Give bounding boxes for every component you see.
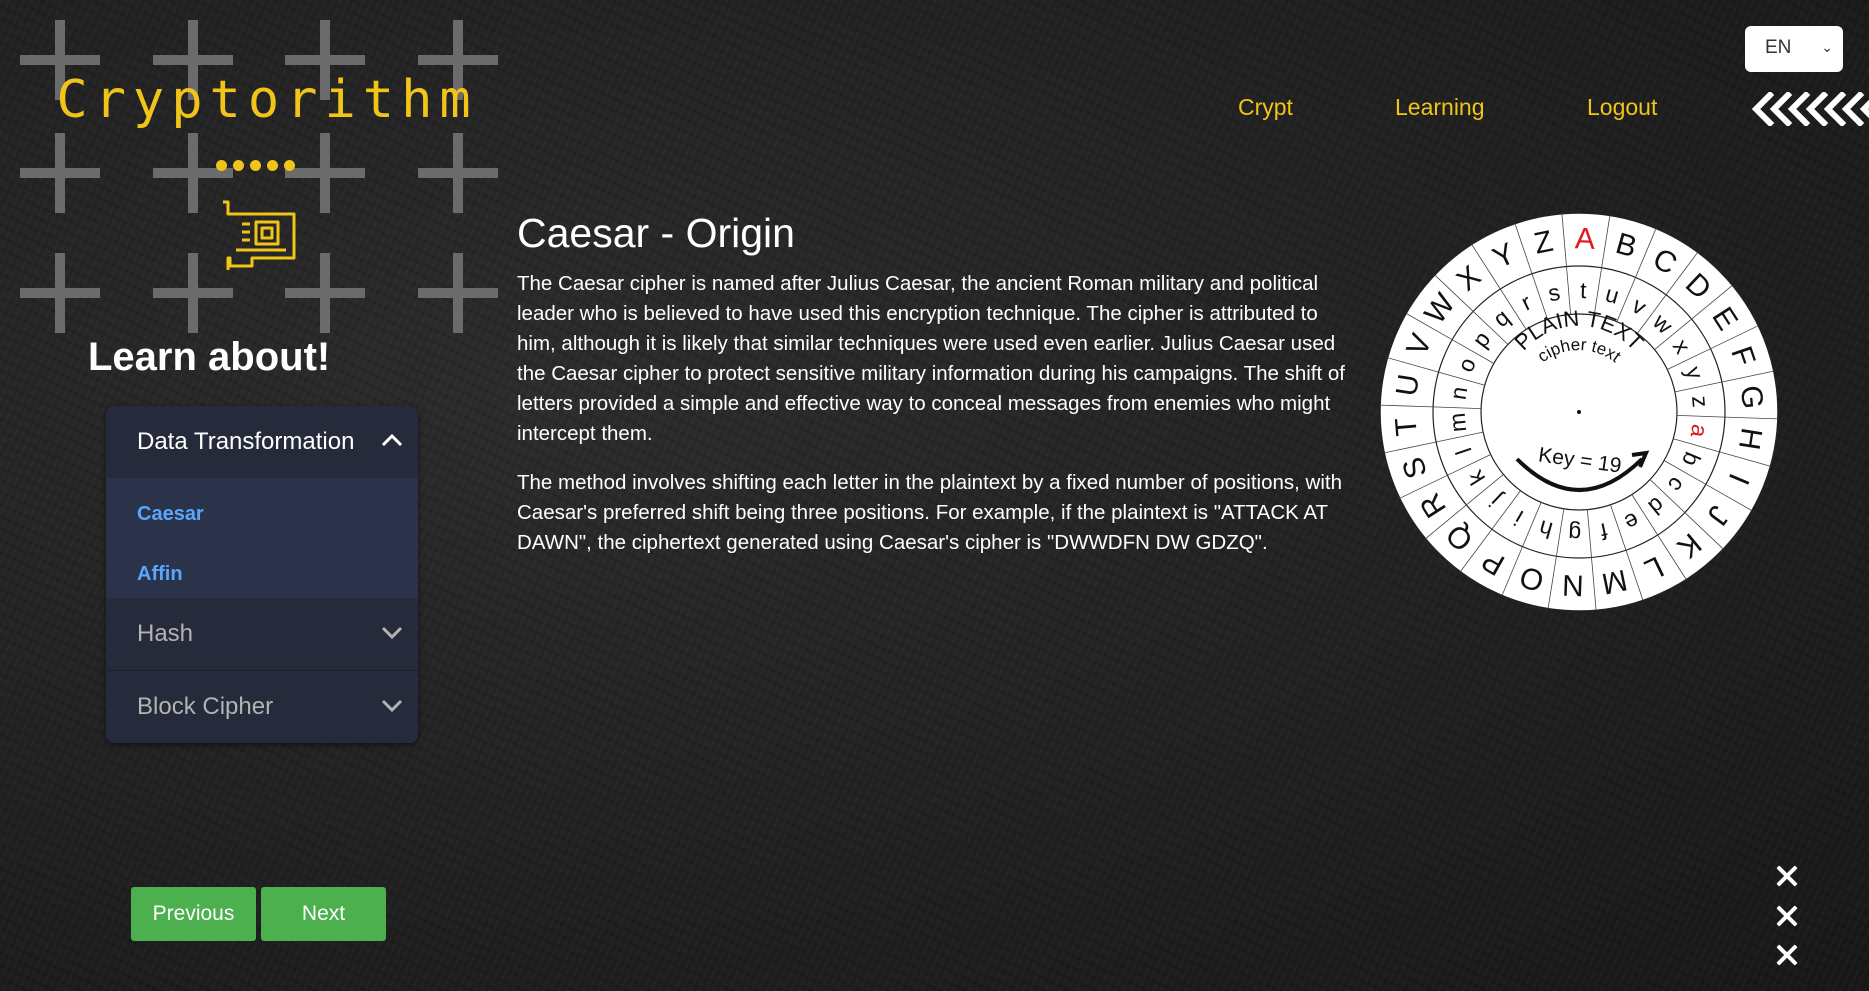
next-button[interactable]: Next [261,887,386,941]
logo[interactable]: Cryptorithm [0,0,500,335]
sidebar-link-caesar[interactable]: Caesar [137,503,204,526]
close-icon[interactable] [1776,944,1798,966]
chevron-up-icon [381,433,403,447]
chevron-down-icon: ⌄ [1821,39,1833,55]
chevron-down-icon [381,699,403,713]
page-title: Caesar - Origin [517,210,795,256]
accordion-header-label: Block Cipher [137,693,274,720]
topics-accordion: Data Transformation Caesar Affin Hash Bl… [106,406,418,743]
nav-link-logout[interactable]: Logout [1587,94,1657,121]
accordion-panel-data-transformation: Caesar Affin [106,478,418,598]
chevron-down-icon [381,626,403,640]
inner-letter-m: m [1444,412,1472,433]
outer-letter-T: T [1389,416,1423,437]
language-select-value: EN [1765,37,1792,58]
wheel-center [1577,410,1581,414]
article-paragraph: The method involves shifting each letter… [517,471,1343,554]
nav-link-learning[interactable]: Learning [1395,94,1485,121]
double-chevron-left-icon[interactable] [1750,92,1869,126]
brand-name: Cryptorithm [56,70,478,130]
logo-dots [216,156,306,171]
accordion-header-label: Data Transformation [137,428,355,455]
language-select[interactable]: EN ⌄ [1745,26,1843,72]
outer-letter-G: G [1734,384,1769,410]
article-paragraph: The Caesar cipher is named after Julius … [517,272,1345,445]
accordion-header-hash[interactable]: Hash [106,598,418,670]
accordion-header-block-cipher[interactable]: Block Cipher [106,671,418,743]
chip-icon [223,200,296,270]
plus-decoration-icon [418,133,498,213]
close-icon[interactable] [1776,865,1798,887]
outer-letter-N: N [1562,568,1585,602]
previous-button[interactable]: Previous [131,887,256,941]
inner-letter-z: z [1687,395,1714,409]
nav-link-crypt[interactable]: Crypt [1238,94,1293,121]
outer-letter-A: A [1574,222,1595,256]
close-icon[interactable] [1776,905,1798,927]
sidebar-title: Learn about! [88,335,331,379]
plus-decoration-icon [20,253,100,333]
caesar-cipher-wheel[interactable]: A B CDEFGHIJKLMNOPQRSTUVWXY Z abcdefghijklm… [1378,211,1780,613]
plus-decoration-icon [418,253,498,333]
plus-decoration-icon [20,133,100,213]
inner-letter-g: g [1568,521,1582,547]
accordion-header-label: Hash [137,620,194,647]
accordion-header-data-transformation[interactable]: Data Transformation [106,406,418,478]
sidebar-link-affin[interactable]: Affin [137,563,183,586]
